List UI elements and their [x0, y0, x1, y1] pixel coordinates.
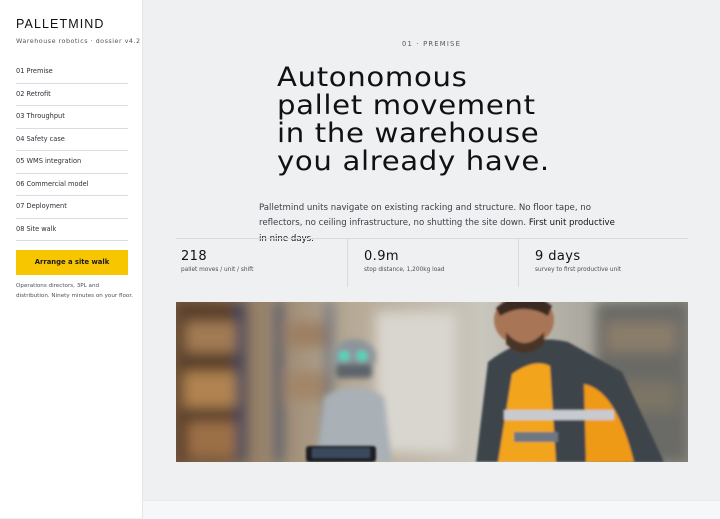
nav-item-commercial-model[interactable]: 06 Commercial model — [16, 174, 128, 196]
stat-stop-distance: 0.9m stop distance, 1,200kg load — [347, 239, 518, 287]
headline-line: Autonomous — [277, 62, 468, 93]
main-content: 01 · PREMISE Autonomous pallet movement … — [143, 0, 720, 519]
stats-row: 218 pallet moves / unit / shift 0.9m sto… — [176, 238, 688, 287]
headline-line: in the warehouse — [277, 118, 540, 149]
section-eyebrow: 01 · PREMISE — [401, 40, 462, 48]
nav-item-retrofit[interactable]: 02 Retrofit — [16, 84, 128, 106]
nav-item-deployment[interactable]: 07 Deployment — [16, 196, 128, 219]
brand-subtitle: Warehouse robotics · dossier v4.2 — [16, 37, 141, 45]
nav-item-throughput[interactable]: 03 Throughput — [16, 106, 128, 129]
hero-headline: Autonomous pallet movement in the wareho… — [277, 64, 633, 176]
sidebar: PALLETMIND Warehouse robotics · dossier … — [0, 0, 143, 518]
brand-logo[interactable]: PALLETMIND — [16, 17, 105, 31]
hero-photo-warehouse-worker-robot — [176, 302, 688, 462]
stat-label: stop distance, 1,200kg load — [364, 267, 445, 273]
stat-value: 9 days — [535, 249, 581, 264]
nav-item-site-walk[interactable]: 08 Site walk — [16, 219, 128, 241]
nav-item-wms-integration[interactable]: 05 WMS integration — [16, 151, 128, 174]
section-nav: 01 Premise 02 Retrofit 03 Throughput 04 … — [16, 61, 128, 241]
arrange-site-walk-button[interactable]: Arrange a site walk — [16, 250, 128, 275]
nav-item-premise[interactable]: 01 Premise — [16, 61, 128, 84]
nav-item-safety-case[interactable]: 04 Safety case — [16, 129, 128, 151]
headline-line: you already have. — [277, 146, 550, 177]
footer-band — [143, 500, 720, 519]
headline-line: pallet movement — [277, 90, 536, 121]
stat-value: 218 — [181, 249, 208, 264]
stat-survey-time: 9 days survey to first productive unit — [518, 239, 688, 287]
stat-value: 0.9m — [364, 249, 399, 264]
hero-photo-illustration — [176, 302, 688, 462]
cta-note: Operations directors, 3PL and distributi… — [16, 283, 133, 299]
stat-label: survey to first productive unit — [535, 267, 622, 273]
stat-label: pallet moves / unit / shift — [181, 267, 254, 273]
stat-pallet-moves: 218 pallet moves / unit / shift — [176, 239, 347, 287]
